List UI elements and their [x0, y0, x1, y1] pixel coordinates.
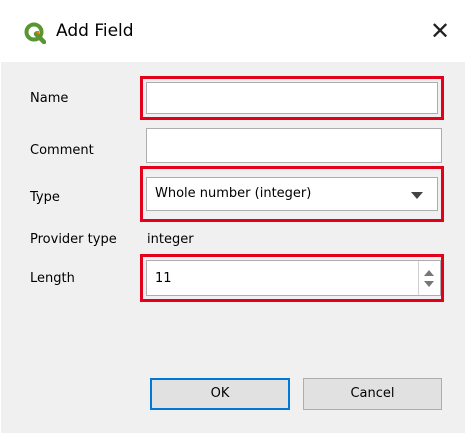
- comment-label: Comment: [30, 143, 94, 158]
- comment-input[interactable]: [146, 128, 442, 163]
- chevron-down-icon: [411, 192, 423, 199]
- title-bar: Add Field ✕: [0, 0, 466, 62]
- length-stepper-value: 11: [155, 271, 172, 286]
- length-spin-buttons[interactable]: [418, 261, 440, 295]
- length-label: Length: [30, 271, 75, 286]
- type-dropdown-value: Whole number (integer): [155, 186, 312, 201]
- dialog-body: Name Comment Type Whole number (integer)…: [1, 62, 465, 433]
- name-label: Name: [30, 91, 69, 106]
- cancel-button[interactable]: Cancel: [303, 378, 442, 410]
- type-label: Type: [30, 190, 60, 205]
- length-stepper[interactable]: 11: [146, 260, 441, 296]
- provider-type-label: Provider type: [30, 232, 117, 247]
- qgis-logo-icon: [24, 22, 46, 44]
- name-input[interactable]: [146, 82, 438, 114]
- spin-up-icon[interactable]: [424, 270, 434, 276]
- type-dropdown[interactable]: Whole number (integer): [146, 177, 438, 211]
- add-field-dialog: Add Field ✕ Name Comment Type Whole numb…: [0, 0, 466, 434]
- ok-button[interactable]: OK: [150, 378, 290, 410]
- dialog-title: Add Field: [56, 21, 134, 41]
- provider-type-value: integer: [147, 232, 194, 247]
- spin-down-icon[interactable]: [424, 281, 434, 287]
- close-icon: ✕: [429, 17, 451, 45]
- close-button[interactable]: ✕: [424, 16, 456, 48]
